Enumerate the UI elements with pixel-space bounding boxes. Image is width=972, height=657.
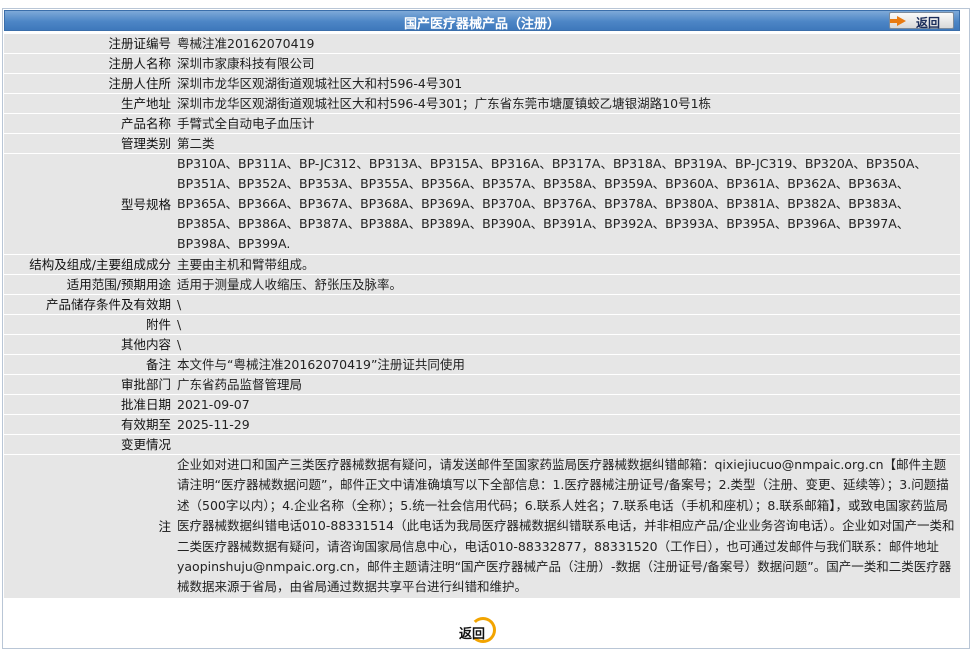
table-row: 其他内容 \ xyxy=(4,335,960,354)
table-row: 附件 \ xyxy=(4,315,960,334)
row-value: \ xyxy=(174,335,960,354)
back-arrow-icon xyxy=(890,16,906,26)
table-row: 审批部门 广东省药品监督管理局 xyxy=(4,375,960,394)
page-header: 国产医疗器械产品（注册） xyxy=(4,10,960,32)
row-value: 深圳市龙华区观湖街道观城社区大和村596-4号301 xyxy=(174,74,960,93)
row-label: 审批部门 xyxy=(4,375,174,394)
row-value: 适用于测量成人收缩压、舒张压及脉率。 xyxy=(174,275,960,294)
table-row: 管理类别 第二类 xyxy=(4,134,960,153)
row-label: 结构及组成/主要组成成分 xyxy=(4,255,174,274)
row-label: 注册人名称 xyxy=(4,54,174,73)
row-value: \ xyxy=(174,315,960,334)
back-button-bottom-label: 返回 xyxy=(459,627,486,642)
table-row: 生产地址 深圳市龙华区观湖街道观城社区大和村596-4号301；广东省东莞市塘厦… xyxy=(4,94,960,113)
row-label: 生产地址 xyxy=(4,94,174,113)
row-label: 产品名称 xyxy=(4,114,174,133)
row-value-note: 企业如对进口和国产三类医疗器械数据有疑问，请发送邮件至国家药监局医疗器械数据纠错… xyxy=(174,455,960,598)
table-row: 批准日期 2021-09-07 xyxy=(4,395,960,414)
row-value: 2021-09-07 xyxy=(174,395,960,414)
row-label: 型号规格 xyxy=(4,154,174,254)
table-row: 注册人名称 深圳市家康科技有限公司 xyxy=(4,54,960,73)
row-label: 批准日期 xyxy=(4,395,174,414)
row-label: 注册人住所 xyxy=(4,74,174,93)
row-value: 深圳市家康科技有限公司 xyxy=(174,54,960,73)
table-row: 备注 本文件与“粤械注准20162070419”注册证共同使用 xyxy=(4,355,960,374)
row-value: 粤械注准20162070419 xyxy=(174,34,960,53)
row-label: 变更情况 xyxy=(4,435,174,454)
table-row: 产品名称 手臂式全自动电子血压计 xyxy=(4,114,960,133)
back-button-label: 返回 xyxy=(916,16,941,30)
row-value: 手臂式全自动电子血压计 xyxy=(174,114,960,133)
table-row: 结构及组成/主要组成成分 主要由主机和臂带组成。 xyxy=(4,255,960,274)
row-label: 注册证编号 xyxy=(4,34,174,53)
row-label: 附件 xyxy=(4,315,174,334)
row-value: 深圳市龙华区观湖街道观城社区大和村596-4号301；广东省东莞市塘厦镇蛟乙塘银… xyxy=(174,94,960,113)
row-value: \ xyxy=(174,295,960,314)
table-row: 型号规格 BP310A、BP311A、BP-JC312、BP313A、BP315… xyxy=(4,154,960,254)
table-row: 注册人住所 深圳市龙华区观湖街道观城社区大和村596-4号301 xyxy=(4,74,960,93)
back-button-top[interactable]: 返回 xyxy=(889,12,954,30)
row-label: 备注 xyxy=(4,355,174,374)
row-value: 本文件与“粤械注准20162070419”注册证共同使用 xyxy=(174,355,960,374)
page-title: 国产医疗器械产品（注册） xyxy=(403,17,560,32)
table-row: 注 企业如对进口和国产三类医疗器械数据有疑问，请发送邮件至国家药监局医疗器械数据… xyxy=(4,455,960,598)
row-label: 管理类别 xyxy=(4,134,174,153)
row-label: 产品储存条件及有效期 xyxy=(4,295,174,314)
table-row: 变更情况 xyxy=(4,435,960,454)
row-label: 适用范围/预期用途 xyxy=(4,275,174,294)
registration-info-table: 注册证编号 粤械注准20162070419 注册人名称 深圳市家康科技有限公司 … xyxy=(4,33,960,599)
table-row: 适用范围/预期用途 适用于测量成人收缩压、舒张压及脉率。 xyxy=(4,275,960,294)
row-value: 广东省药品监督管理局 xyxy=(174,375,960,394)
row-label: 有效期至 xyxy=(4,415,174,434)
row-value xyxy=(174,435,960,454)
row-label: 注 xyxy=(4,455,174,598)
row-value-models: BP310A、BP311A、BP-JC312、BP313A、BP315A、BP3… xyxy=(174,154,960,254)
back-button-bottom[interactable]: 返回 xyxy=(456,617,506,645)
row-value: 2025-11-29 xyxy=(174,415,960,434)
table-row: 有效期至 2025-11-29 xyxy=(4,415,960,434)
row-label: 其他内容 xyxy=(4,335,174,354)
table-row: 注册证编号 粤械注准20162070419 xyxy=(4,34,960,53)
row-value: 第二类 xyxy=(174,134,960,153)
table-row: 产品储存条件及有效期 \ xyxy=(4,295,960,314)
row-value: 主要由主机和臂带组成。 xyxy=(174,255,960,274)
